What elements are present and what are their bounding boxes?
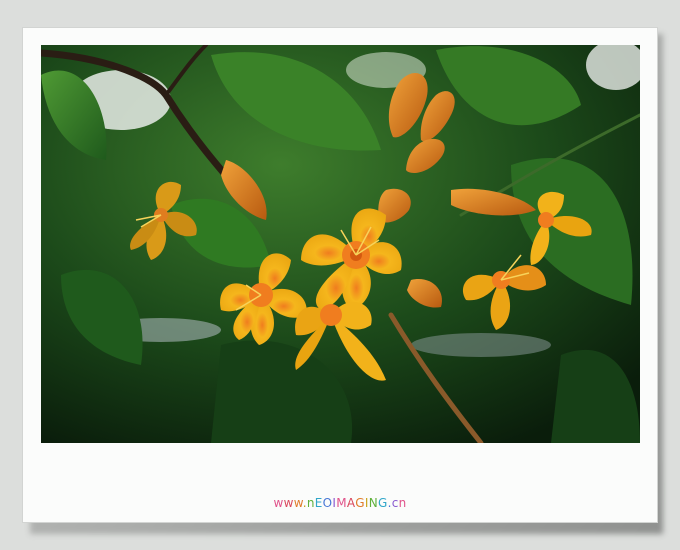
watermark-char: N bbox=[368, 496, 378, 510]
watermark-char: O bbox=[322, 496, 333, 510]
blurred-wall-right bbox=[411, 333, 551, 357]
watermark-char: G bbox=[355, 496, 365, 510]
flower-photo bbox=[41, 45, 640, 443]
photo-frame bbox=[22, 27, 658, 523]
watermark: www.nEOIMAGING.cn bbox=[0, 496, 680, 510]
watermark-char: w bbox=[293, 496, 303, 510]
watermark-char: E bbox=[314, 496, 323, 510]
watermark-char: A bbox=[346, 496, 356, 510]
watermark-char: M bbox=[336, 496, 347, 510]
watermark-char: n bbox=[398, 496, 407, 510]
flower-photo-art bbox=[41, 45, 640, 443]
watermark-char: c bbox=[391, 496, 399, 510]
watermark-char: w bbox=[273, 496, 284, 510]
watermark-char: n bbox=[306, 496, 315, 510]
watermark-char: G bbox=[377, 496, 388, 510]
watermark-char: w bbox=[283, 496, 294, 510]
